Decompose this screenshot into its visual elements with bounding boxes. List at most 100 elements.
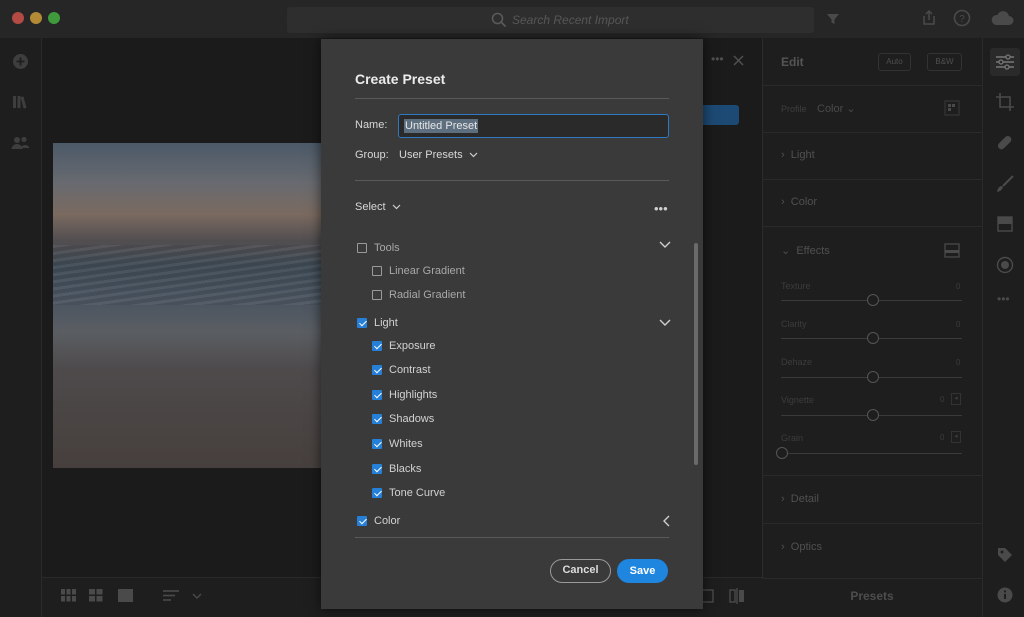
checkbox[interactable]: [357, 243, 367, 253]
shadows-label: Shadows: [389, 413, 435, 425]
help-icon[interactable]: ?: [953, 9, 971, 27]
highlights-label: Highlights: [389, 389, 438, 401]
divider: [762, 226, 982, 227]
detail-view-icon[interactable]: [118, 589, 133, 602]
checkbox[interactable]: [372, 488, 382, 498]
select-label: Select: [355, 201, 386, 213]
cancel-button[interactable]: Cancel: [550, 559, 611, 583]
square-grid-icon[interactable]: [89, 589, 103, 602]
share-icon[interactable]: [921, 9, 937, 27]
grid-view-icon[interactable]: [61, 589, 76, 602]
contrast-checkbox[interactable]: Contrast: [372, 361, 431, 379]
healing-brush-icon[interactable]: [996, 134, 1014, 152]
brush-icon[interactable]: [996, 175, 1014, 193]
exposure-checkbox[interactable]: Exposure: [372, 337, 435, 355]
photo-preview[interactable]: [53, 143, 323, 468]
detail-section[interactable]: › Detail: [781, 493, 819, 505]
contrast-label: Contrast: [389, 364, 431, 376]
group-dropdown[interactable]: User Presets: [399, 149, 478, 161]
profile-browser-icon[interactable]: [944, 100, 960, 116]
before-after-icon[interactable]: [729, 588, 745, 604]
save-button[interactable]: Save: [617, 559, 668, 583]
checkbox[interactable]: [372, 341, 382, 351]
dehaze-slider-label: Dehaze: [781, 357, 813, 367]
clarity-slider-knob[interactable]: [866, 332, 879, 344]
clarity-slider-label: Clarity: [781, 319, 807, 329]
search-placeholder: Search Recent Import: [512, 13, 629, 27]
highlights-checkbox[interactable]: Highlights: [372, 386, 437, 404]
color-section[interactable]: › Color: [781, 196, 817, 208]
tools-label: Tools: [374, 242, 400, 254]
crop-icon[interactable]: [996, 93, 1014, 111]
bw-button[interactable]: B&W: [927, 53, 962, 71]
checkbox[interactable]: [372, 365, 382, 375]
checkbox[interactable]: [372, 266, 382, 276]
tag-icon[interactable]: [997, 547, 1013, 563]
chevron-left-icon[interactable]: [662, 515, 670, 527]
close-window-button[interactable]: [12, 12, 24, 24]
checkbox[interactable]: [372, 390, 382, 400]
whites-label: Whites: [389, 438, 423, 450]
edit-sliders-icon[interactable]: [996, 54, 1014, 70]
whites-checkbox[interactable]: Whites: [372, 435, 423, 453]
more-tools-icon[interactable]: •••: [997, 292, 1010, 306]
library-icon[interactable]: [12, 94, 29, 110]
grain-slider-track[interactable]: [781, 453, 962, 454]
color-group-checkbox[interactable]: Color: [357, 512, 400, 530]
effects-section-label: Effects: [796, 245, 830, 257]
select-dropdown[interactable]: Select: [355, 201, 401, 213]
vignette-slider-knob[interactable]: [866, 409, 879, 421]
optics-section[interactable]: › Optics: [781, 541, 822, 553]
section-divider: [355, 180, 669, 181]
filter-icon[interactable]: [826, 12, 840, 26]
divider: [762, 132, 982, 133]
texture-slider-value: 0: [956, 282, 961, 291]
cloud-icon[interactable]: [990, 10, 1014, 26]
shadows-checkbox[interactable]: Shadows: [372, 410, 434, 428]
tools-group-checkbox[interactable]: Tools: [357, 239, 400, 257]
more-options-icon[interactable]: •••: [654, 201, 668, 216]
add-photos-icon[interactable]: [12, 53, 29, 70]
chevron-down-icon: [392, 204, 401, 210]
people-icon[interactable]: [11, 135, 30, 150]
checkbox[interactable]: [372, 464, 382, 474]
linear-gradient-icon[interactable]: [997, 216, 1013, 232]
scrollbar[interactable]: [694, 243, 698, 465]
dehaze-slider-knob[interactable]: [866, 371, 879, 383]
minimize-window-button[interactable]: [30, 12, 42, 24]
light-group-checkbox[interactable]: Light: [357, 314, 398, 332]
info-icon[interactable]: [997, 587, 1013, 603]
vignette-slider-value: 0: [940, 395, 945, 404]
effects-section[interactable]: ⌄ Effects: [781, 244, 830, 257]
blacks-checkbox[interactable]: Blacks: [372, 460, 421, 478]
chevron-down-icon[interactable]: [659, 241, 671, 249]
sort-icon[interactable]: [163, 589, 203, 602]
checkbox[interactable]: [372, 414, 382, 424]
grain-slider-label: Grain: [781, 433, 804, 443]
light-label: Light: [374, 317, 398, 329]
color-label: Color: [374, 515, 401, 527]
radial-gradient-checkbox[interactable]: Radial Gradient: [372, 286, 465, 304]
chevron-down-icon[interactable]: [659, 319, 671, 327]
radial-gradient-label: Radial Gradient: [389, 289, 466, 301]
close-icon[interactable]: [733, 55, 744, 66]
grain-options-icon[interactable]: ◂: [951, 431, 961, 443]
preset-name-selected-text: Untitled Preset: [404, 119, 479, 133]
effects-preset-icon[interactable]: [944, 243, 960, 258]
maximize-window-button[interactable]: [48, 12, 60, 24]
more-options-icon[interactable]: •••: [711, 52, 724, 66]
checkbox[interactable]: [357, 516, 367, 526]
light-section-label: Light: [790, 149, 815, 161]
radial-gradient-icon[interactable]: [996, 256, 1014, 274]
texture-slider-knob[interactable]: [866, 294, 879, 306]
light-section[interactable]: › Light: [781, 149, 815, 161]
checkbox[interactable]: [372, 290, 382, 300]
grain-slider-knob[interactable]: [776, 447, 788, 459]
vignette-options-icon[interactable]: ◂: [951, 393, 961, 405]
profile-dropdown[interactable]: Color ⌄: [817, 102, 856, 115]
checkbox[interactable]: [372, 439, 382, 449]
linear-gradient-checkbox[interactable]: Linear Gradient: [372, 262, 465, 280]
checkbox[interactable]: [357, 318, 367, 328]
auto-button[interactable]: Auto: [878, 53, 911, 71]
tone-curve-checkbox[interactable]: Tone Curve: [372, 484, 445, 502]
